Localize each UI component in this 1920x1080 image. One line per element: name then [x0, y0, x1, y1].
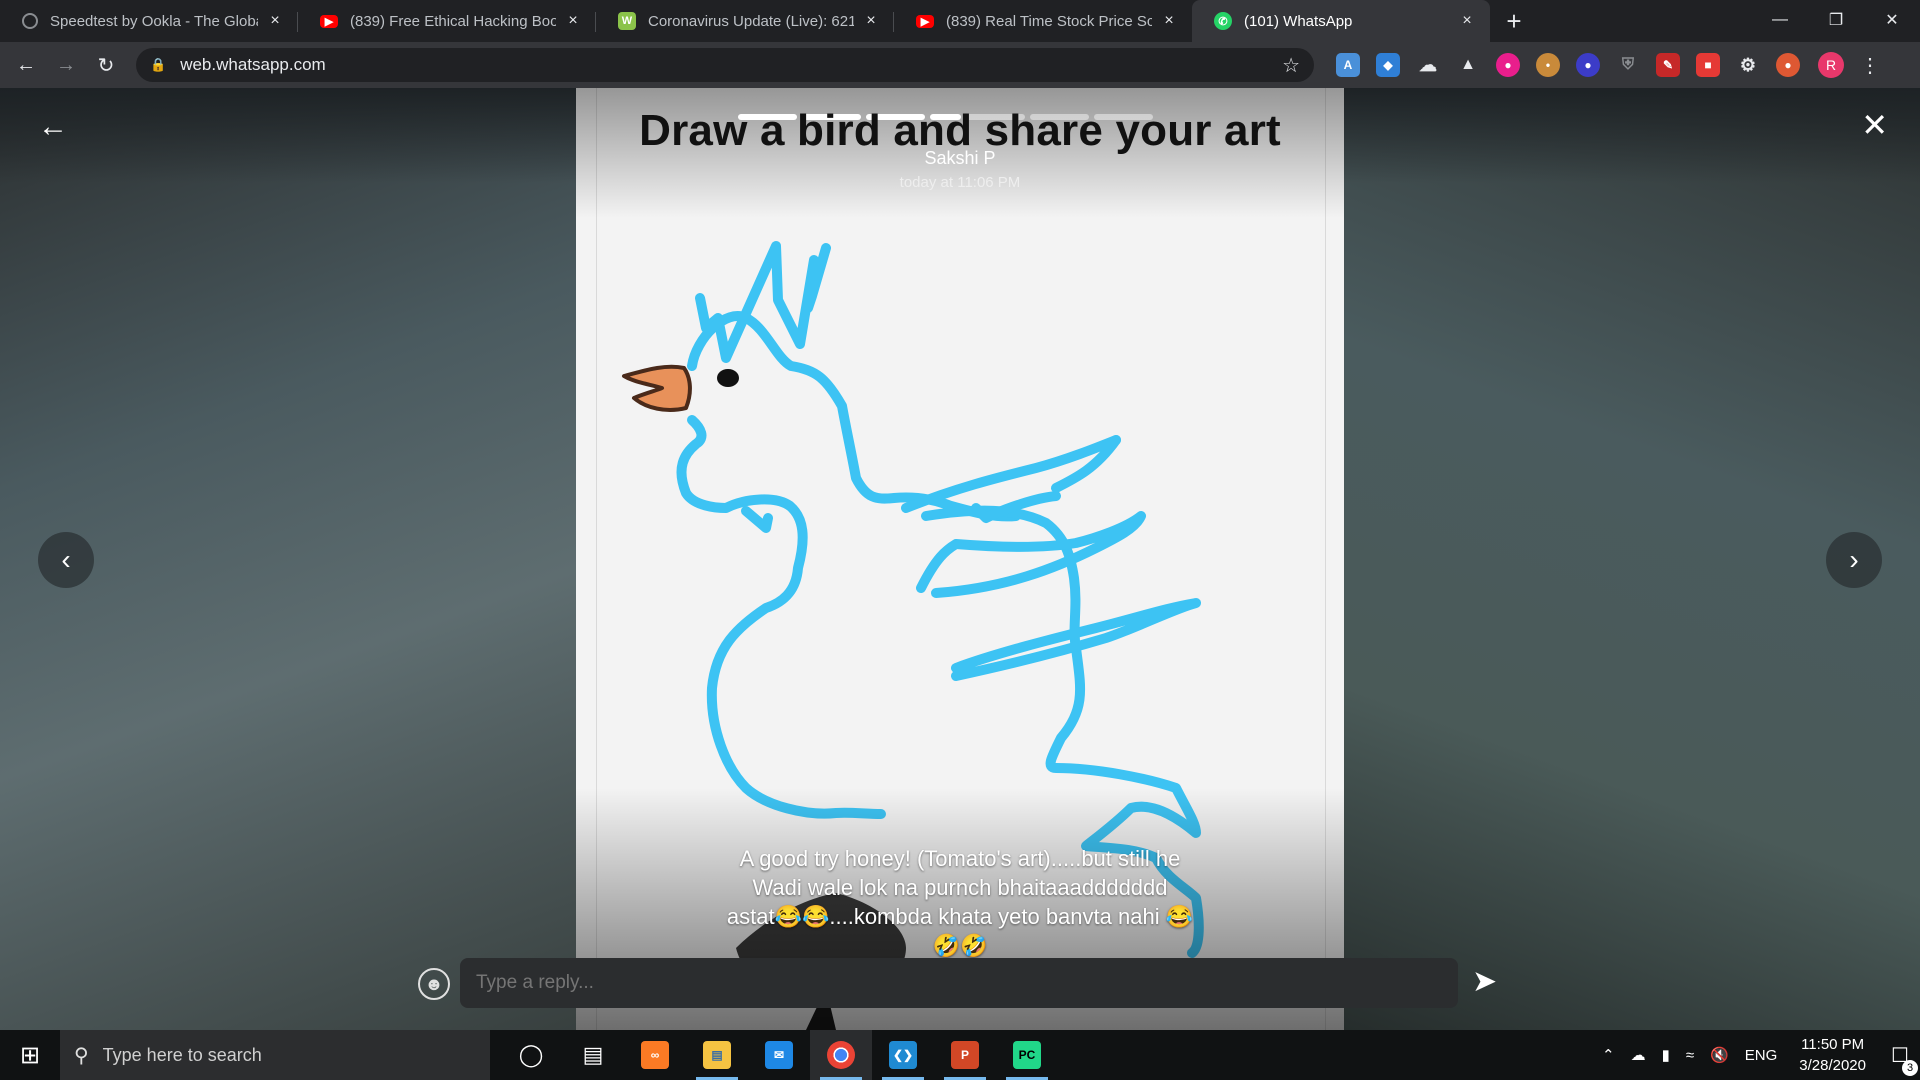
translate-extension-icon[interactable]: A [1336, 53, 1360, 77]
task-view-icon[interactable]: ▤ [562, 1030, 624, 1080]
tab-title: (839) Real Time Stock Price Scrap [946, 12, 1152, 30]
clock-date: 3/28/2020 [1799, 1057, 1866, 1074]
record-extension-icon[interactable]: ● [1496, 53, 1520, 77]
volume-muted-icon[interactable]: 🔇 [1710, 1046, 1729, 1064]
tab-coronavirus[interactable]: W Coronavirus Update (Live): 621,5 × [596, 0, 894, 42]
gear-extension-icon[interactable]: ⚙ [1736, 53, 1760, 77]
taskbar-clock[interactable]: 11:50 PM 3/28/2020 [1799, 1034, 1866, 1076]
address-bar[interactable]: 🔒 web.whatsapp.com ☆ [136, 48, 1314, 82]
close-window-button[interactable]: ✕ [1864, 0, 1920, 40]
tab-close-icon[interactable]: × [1458, 12, 1476, 30]
whatsapp-icon: ✆ [1214, 12, 1232, 30]
browser-tab-strip: Speedtest by Ookla - The Global × ▶ (839… [0, 0, 1920, 42]
status-viewer: Draw a bird and share your art Sakshi P … [0, 88, 1920, 1030]
wifi-icon[interactable]: ≈ [1686, 1047, 1694, 1064]
reply-bar: ☻ ➤ [0, 958, 1920, 1018]
vscode-icon[interactable]: ❮❯ [872, 1030, 934, 1080]
gift-extension-icon[interactable]: ■ [1696, 53, 1720, 77]
action-center-icon[interactable]: ☐ 3 [1880, 1043, 1920, 1076]
reload-button[interactable]: ↻ [86, 45, 126, 85]
tab-youtube-stock[interactable]: ▶ (839) Real Time Stock Price Scrap × [894, 0, 1192, 42]
restore-button[interactable]: ❐ [1808, 0, 1864, 40]
browser-menu-icon[interactable]: ⋮ [1860, 53, 1880, 78]
taskbar-search[interactable]: ⚲ Type here to search [60, 1030, 490, 1080]
taskbar-search-placeholder: Type here to search [102, 1044, 262, 1065]
tab-close-icon[interactable]: × [862, 12, 880, 30]
tab-title: (101) WhatsApp [1244, 12, 1353, 30]
cloud-extension-icon[interactable]: ☁ [1416, 53, 1440, 77]
new-tab-button[interactable]: + [1494, 0, 1534, 42]
notification-count: 3 [1902, 1059, 1918, 1076]
minimize-button[interactable]: — [1752, 0, 1808, 40]
cookie-extension-icon[interactable]: • [1536, 53, 1560, 77]
battery-icon[interactable]: ▮ [1662, 1046, 1670, 1064]
tab-youtube-hacking[interactable]: ▶ (839) Free Ethical Hacking Bootca × [298, 0, 596, 42]
extensions-area: A ◆ ☁ ▲ ● • ● ⛨ ✎ ■ ⚙ ● [1328, 53, 1808, 77]
speedtest-icon [22, 13, 38, 29]
worldometer-icon: W [618, 12, 636, 30]
tab-title: (839) Free Ethical Hacking Bootca [350, 12, 556, 30]
tab-close-icon[interactable]: × [564, 12, 582, 30]
youtube-icon: ▶ [320, 14, 338, 28]
status-sender-name: Sakshi P [924, 148, 996, 168]
chrome-icon[interactable] [810, 1030, 872, 1080]
previous-status-button[interactable]: ‹ [38, 532, 94, 588]
tab-whatsapp[interactable]: ✆ (101) WhatsApp × [1192, 0, 1490, 42]
lock-icon: 🔒 [150, 57, 167, 72]
file-explorer-icon[interactable]: ▤ [686, 1030, 748, 1080]
tab-close-icon[interactable]: × [1160, 12, 1178, 30]
tab-speedtest[interactable]: Speedtest by Ookla - The Global × [0, 0, 298, 42]
windows-taskbar: ⊞ ⚲ Type here to search ◯ ▤ ∞ ▤ ✉ ❮❯ P P… [0, 1030, 1920, 1080]
windows-start-icon[interactable]: ⊞ [0, 1030, 60, 1080]
pdf-extension-icon[interactable]: ✎ [1656, 53, 1680, 77]
profile-avatar[interactable]: R [1818, 52, 1844, 78]
url-text: web.whatsapp.com [180, 55, 326, 74]
browser-toolbar: ← → ↻ 🔒 web.whatsapp.com ☆ A ◆ ☁ ▲ ● • ●… [0, 42, 1920, 88]
pycharm-icon[interactable]: PC [996, 1030, 1058, 1080]
xampp-icon[interactable]: ∞ [624, 1030, 686, 1080]
bookmark-star-icon[interactable]: ☆ [1282, 53, 1300, 78]
forward-button[interactable]: → [46, 45, 86, 85]
show-hidden-icons-icon[interactable]: ⌃ [1602, 1046, 1615, 1064]
close-icon[interactable]: ✕ [1861, 106, 1888, 144]
powerpoint-icon[interactable]: P [934, 1030, 996, 1080]
cube-extension-icon[interactable]: ◆ [1376, 53, 1400, 77]
onedrive-icon[interactable]: ☁ [1631, 1046, 1646, 1064]
shield-extension-icon[interactable]: ⛨ [1616, 53, 1640, 77]
system-tray: ⌃ ☁ ▮ ≈ 🔇 ENG 11:50 PM 3/28/2020 ☐ 3 [1594, 1030, 1920, 1080]
youtube-icon: ▶ [916, 14, 934, 28]
back-button[interactable]: ← [6, 45, 46, 85]
status-story[interactable]: Draw a bird and share your art Sakshi P … [576, 88, 1344, 1030]
window-controls: — ❐ ✕ [1752, 0, 1920, 40]
cortana-icon[interactable]: ◯ [500, 1030, 562, 1080]
hat-extension-icon[interactable]: ▲ [1456, 53, 1480, 77]
send-icon[interactable]: ➤ [1472, 964, 1497, 999]
blue-circle-extension-icon[interactable]: ● [1576, 53, 1600, 77]
language-indicator[interactable]: ENG [1745, 1047, 1778, 1064]
search-icon: ⚲ [74, 1044, 89, 1067]
tab-title: Speedtest by Ookla - The Global [50, 12, 258, 30]
status-timestamp: today at 11:06 PM [899, 174, 1021, 191]
emoji-icon[interactable]: ☻ [418, 968, 450, 1000]
next-status-button[interactable]: › [1826, 532, 1882, 588]
reply-input[interactable] [460, 958, 1458, 1008]
duck-extension-icon[interactable]: ● [1776, 53, 1800, 77]
mail-icon[interactable]: ✉ [748, 1030, 810, 1080]
status-caption: A good try honey! (Tomato's art).....but… [726, 846, 1194, 958]
tab-title: Coronavirus Update (Live): 621,5 [648, 12, 854, 30]
clock-time: 11:50 PM [1801, 1036, 1865, 1053]
back-arrow-icon[interactable]: ← [38, 110, 68, 144]
tab-close-icon[interactable]: × [266, 12, 284, 30]
taskbar-apps: ◯ ▤ ∞ ▤ ✉ ❮❯ P PC [500, 1030, 1058, 1080]
